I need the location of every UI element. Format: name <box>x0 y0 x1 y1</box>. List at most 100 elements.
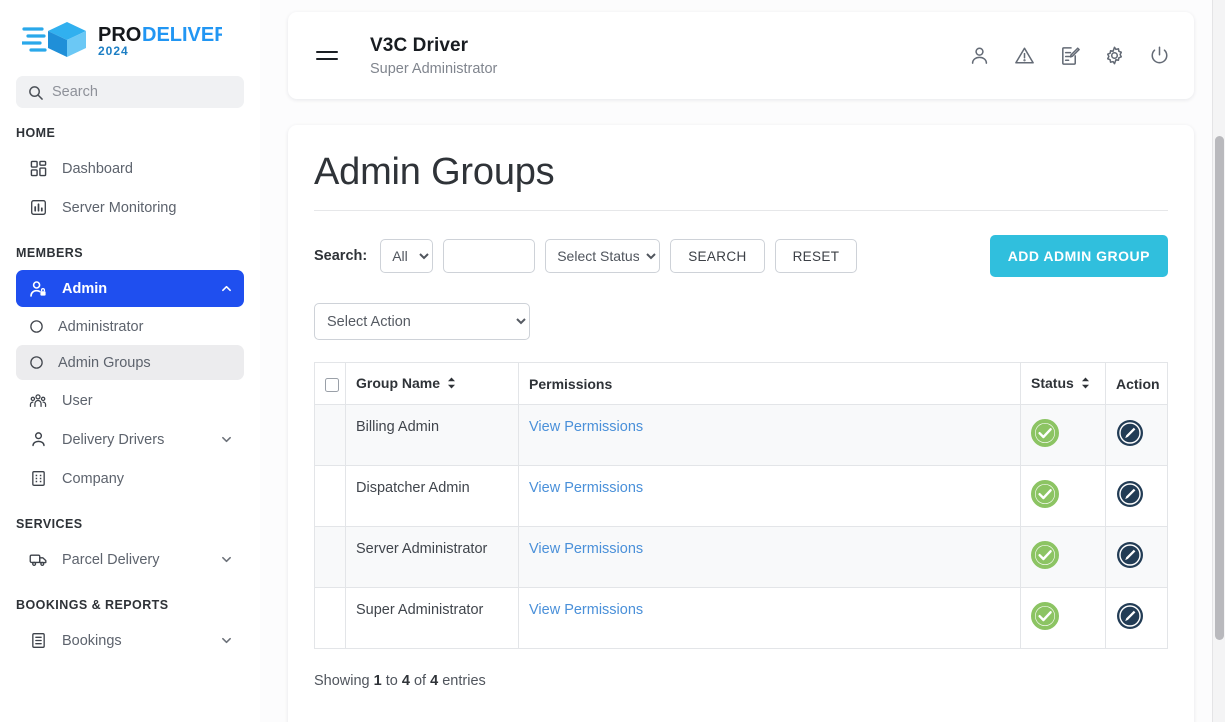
admin-groups-table: Group Name Permissions Status Action Bil… <box>314 361 1168 650</box>
cell-action <box>1105 465 1168 528</box>
search-text-input[interactable] <box>443 239 536 273</box>
select-all-checkbox[interactable] <box>325 377 339 392</box>
column-header-status[interactable]: Status <box>1020 361 1106 406</box>
cell-action <box>1105 587 1168 650</box>
sidebar-item-delivery-drivers[interactable]: Delivery Drivers <box>16 421 244 458</box>
alert-warning-icon[interactable] <box>1014 45 1035 66</box>
bar-chart-icon <box>28 198 48 218</box>
edit-document-icon[interactable] <box>1059 45 1080 66</box>
column-label: Status <box>1031 375 1074 391</box>
sidebar-item-parcel-delivery[interactable]: Parcel Delivery <box>16 541 244 578</box>
sidebar-item-bookings[interactable]: Bookings <box>16 622 244 659</box>
cell-action <box>1105 526 1168 589</box>
cell-group-name: Dispatcher Admin <box>345 465 519 528</box>
brand-logo[interactable]: PRO DELIVERY 2024 <box>0 0 260 66</box>
sidebar-item-server-monitoring[interactable]: Server Monitoring <box>16 189 244 226</box>
showing-suffix: entries <box>438 673 486 690</box>
edit-pencil-circle-icon[interactable] <box>1116 480 1144 508</box>
search-input[interactable] <box>52 84 232 100</box>
chevron-up-icon[interactable] <box>221 283 232 294</box>
users-group-icon <box>28 391 48 411</box>
profile-user-icon[interactable] <box>969 45 990 66</box>
column-label: Action <box>1116 375 1160 392</box>
svg-text:2024: 2024 <box>98 44 129 58</box>
table-row: Billing Admin View Permissions <box>314 404 1168 467</box>
header-title-block: V3C Driver Super Administrator <box>370 34 969 77</box>
sidebar-item-dashboard[interactable]: Dashboard <box>16 150 244 187</box>
power-logout-icon[interactable] <box>1149 45 1170 66</box>
view-permissions-link[interactable]: View Permissions <box>529 419 643 435</box>
search-label: Search: <box>314 248 368 264</box>
page-scrollbar-thumb[interactable] <box>1215 136 1224 640</box>
view-permissions-link[interactable]: View Permissions <box>529 602 643 618</box>
dashboard-grid-icon <box>28 159 48 179</box>
column-header-action: Action <box>1105 361 1168 406</box>
showing-mid2: of <box>409 673 431 690</box>
sort-toggle-icon[interactable] <box>1081 376 1090 392</box>
green-check-circle-icon[interactable] <box>1031 419 1059 448</box>
svg-text:DELIVERY: DELIVERY <box>142 24 222 46</box>
column-header-group-name[interactable]: Group Name <box>345 361 519 406</box>
sidebar-item-label: Bookings <box>62 632 122 649</box>
green-check-circle-icon[interactable] <box>1031 602 1059 631</box>
showing-to: 4 <box>401 673 410 690</box>
table-body: Billing Admin View Permissions Dispatcher … <box>314 404 1168 650</box>
green-check-circle-icon[interactable] <box>1031 541 1059 570</box>
bulk-action-select[interactable]: Select Action <box>314 303 530 340</box>
cell-group-name: Billing Admin <box>345 404 519 467</box>
reset-button[interactable]: RESET <box>774 239 858 273</box>
main-area: V3C Driver Super Administrator Admin Gro… <box>260 0 1225 722</box>
sidebar-item-label: Dashboard <box>62 160 133 177</box>
top-bar: V3C Driver Super Administrator <box>288 12 1194 99</box>
chevron-down-icon[interactable] <box>221 554 232 565</box>
radio-circle-icon <box>28 317 45 337</box>
cell-group-name: Super Administrator <box>345 587 519 650</box>
sidebar-item-admin-groups[interactable]: Admin Groups <box>16 345 244 380</box>
showing-from: 1 <box>373 673 382 690</box>
status-filter-select[interactable]: Select Status <box>545 239 661 273</box>
sidebar-item-administrator[interactable]: Administrator <box>16 309 244 344</box>
showing-prefix: Showing <box>314 673 374 690</box>
chevron-down-icon[interactable] <box>221 434 232 445</box>
select-all-header <box>314 361 346 406</box>
sidebar-item-label: Admin <box>62 280 108 297</box>
settings-gear-icon[interactable] <box>1104 45 1125 66</box>
edit-pencil-circle-icon[interactable] <box>1116 602 1144 630</box>
page-title: V3C Driver <box>370 35 469 57</box>
hamburger-menu-icon[interactable] <box>316 50 338 61</box>
sidebar-item-label: Delivery Drivers <box>62 431 165 448</box>
sidebar-item-label: User <box>62 392 93 409</box>
page-scrollbar[interactable] <box>1212 0 1225 722</box>
row-select-cell[interactable] <box>314 404 346 467</box>
showing-mid1: to <box>381 673 402 690</box>
row-select-cell[interactable] <box>314 587 346 650</box>
chevron-down-icon[interactable] <box>221 635 232 646</box>
green-check-circle-icon[interactable] <box>1031 480 1059 509</box>
sidebar-item-label: Company <box>62 470 125 487</box>
search-scope-select[interactable]: All <box>380 239 434 273</box>
edit-pencil-circle-icon[interactable] <box>1116 541 1144 569</box>
sidebar-search[interactable] <box>16 76 244 108</box>
sidebar: PRO DELIVERY 2024 HOME <box>0 0 260 722</box>
view-permissions-link[interactable]: View Permissions <box>529 541 643 557</box>
sidebar-item-label: Administrator <box>58 318 144 335</box>
sidebar-item-user[interactable]: User <box>16 382 244 419</box>
table-row: Dispatcher Admin View Permissions <box>314 465 1168 528</box>
sidebar-item-company[interactable]: Company <box>16 460 244 497</box>
sidebar-item-label: Admin Groups <box>58 354 151 371</box>
column-label: Permissions <box>529 375 613 392</box>
table-row: Super Administrator View Permissions <box>314 587 1168 650</box>
user-lock-icon <box>28 279 48 299</box>
sidebar-item-admin[interactable]: Admin <box>16 270 244 307</box>
column-header-permissions: Permissions <box>518 361 1021 406</box>
edit-pencil-circle-icon[interactable] <box>1116 419 1144 447</box>
search-button[interactable]: SEARCH <box>670 239 765 273</box>
row-select-cell[interactable] <box>314 526 346 589</box>
row-select-cell[interactable] <box>314 465 346 528</box>
sidebar-section-home: HOME <box>16 126 56 140</box>
cell-permissions: View Permissions <box>518 526 1021 589</box>
view-permissions-link[interactable]: View Permissions <box>529 480 643 496</box>
add-admin-group-button[interactable]: ADD ADMIN GROUP <box>989 235 1168 277</box>
page-subtitle: Super Administrator <box>370 60 498 77</box>
sort-toggle-icon[interactable] <box>447 376 456 392</box>
